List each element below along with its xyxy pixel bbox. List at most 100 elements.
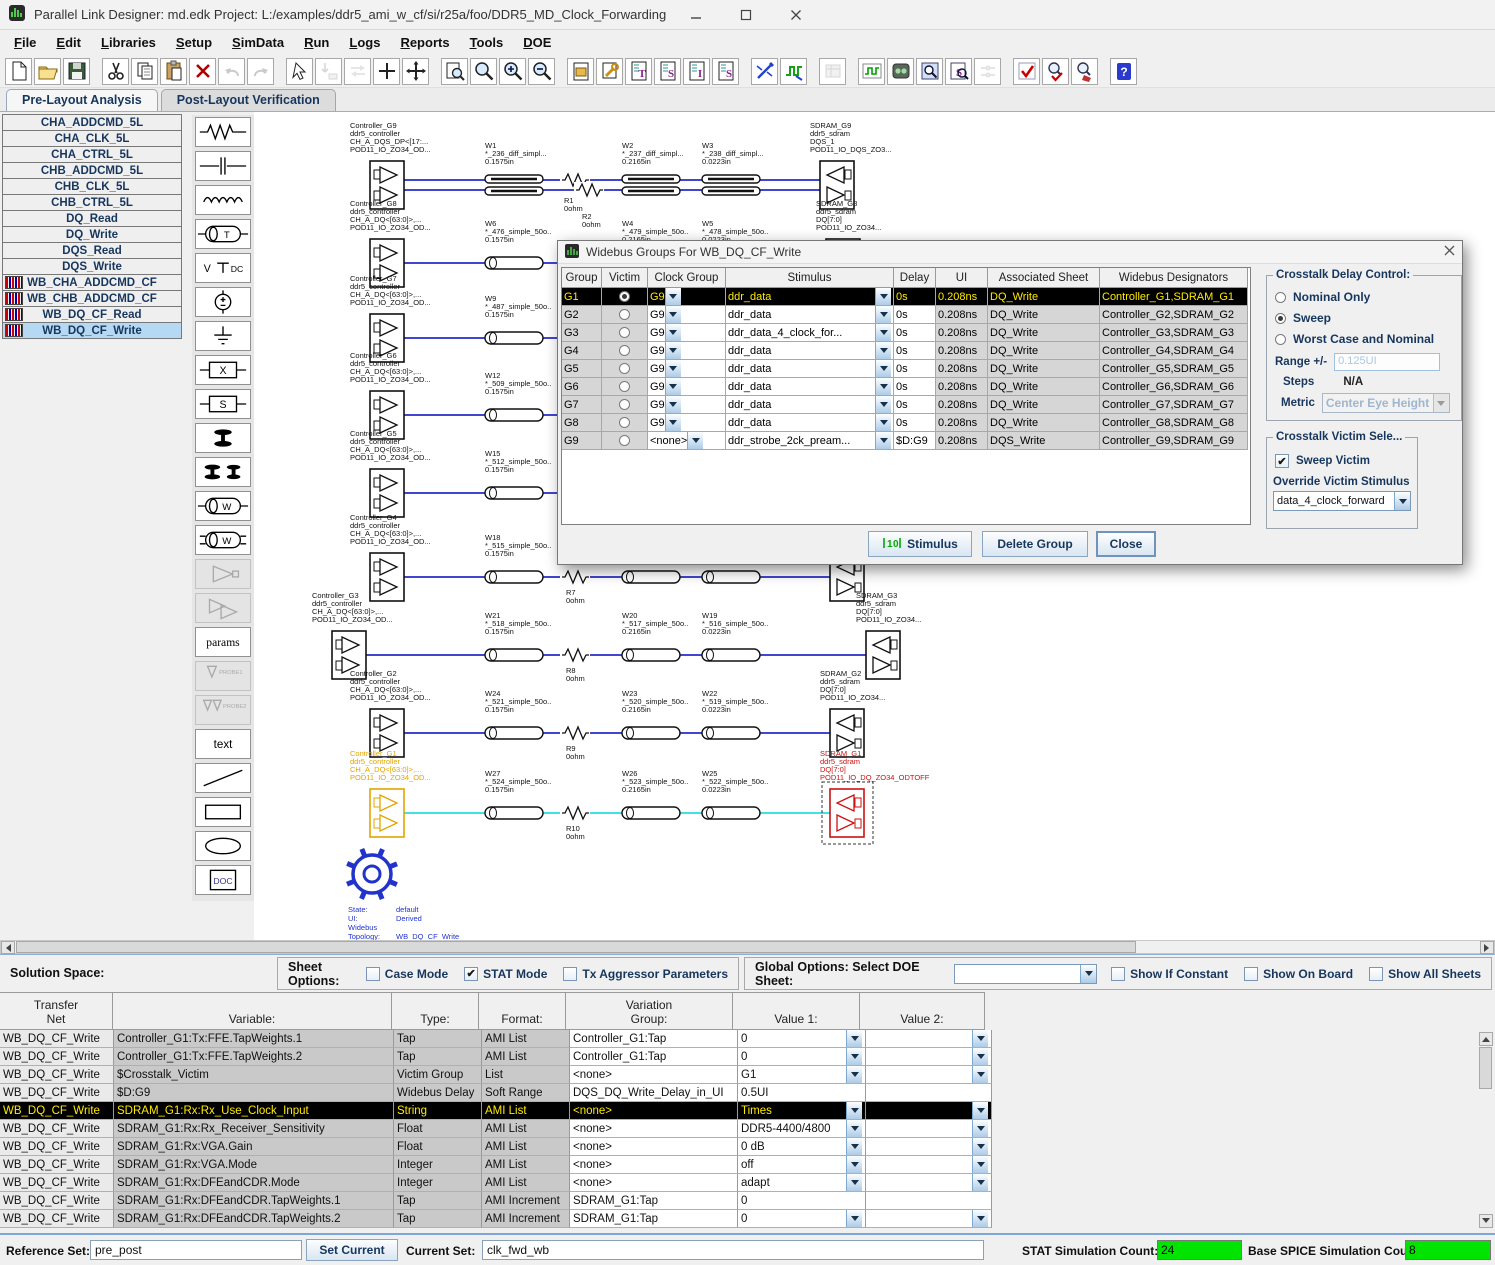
net-item-chb_ctrl_5l[interactable]: CHB_CTRL_5L — [2, 194, 182, 211]
menu-setup[interactable]: Setup — [166, 32, 222, 53]
chevron-down-icon[interactable] — [846, 1210, 862, 1227]
chevron-down-icon[interactable] — [875, 378, 891, 395]
dialog-close-button[interactable] — [1444, 245, 1455, 259]
minimize-button[interactable] — [676, 2, 716, 28]
widebus-row-G4[interactable]: G4G9ddr_data0s0.208nsDQ_WriteController_… — [562, 342, 1250, 360]
chevron-down-icon[interactable] — [846, 1048, 862, 1065]
radio-option-worst-case-and-nominal[interactable]: Worst Case and Nominal — [1275, 332, 1453, 346]
checkbox-icon[interactable] — [366, 967, 380, 981]
chevron-down-icon[interactable] — [1080, 965, 1096, 983]
chevron-down-icon[interactable] — [687, 432, 703, 449]
dialog-titlebar[interactable]: Widebus Groups For WB_DQ_CF_Write — [558, 241, 1462, 264]
chevron-down-icon[interactable] — [665, 324, 681, 341]
chevron-down-icon[interactable] — [972, 1102, 988, 1119]
scroll-thumb-vertical[interactable] — [1479, 1047, 1492, 1089]
checkbox-icon[interactable]: ✔ — [464, 967, 478, 981]
net-item-wb_dq_cf_read[interactable]: WB_DQ_CF_Read — [2, 306, 182, 323]
var-row-sdram-g1-rx-rx-use-clock-input[interactable]: WB_DQ_CF_WriteSDRAM_G1:Rx:Rx_Use_Clock_I… — [0, 1102, 1495, 1120]
override-victim-select[interactable]: data_4_clock_forward — [1273, 491, 1411, 511]
sheet-properties-button[interactable] — [567, 58, 594, 85]
radio-icon[interactable] — [1275, 292, 1286, 303]
palette-vsource[interactable] — [195, 287, 251, 317]
scroll-right-button[interactable] — [1480, 941, 1494, 954]
chevron-down-icon[interactable] — [875, 342, 891, 359]
widebus-row-G8[interactable]: G8G9ddr_data0s0.208nsDQ_WriteController_… — [562, 414, 1250, 432]
chevron-down-icon[interactable] — [875, 432, 891, 449]
waveform-viewer-button[interactable] — [858, 58, 885, 85]
checkbox-icon[interactable] — [1111, 967, 1125, 981]
zoom-fit-button[interactable] — [441, 58, 468, 85]
zoom-in-button[interactable] — [499, 58, 526, 85]
chevron-down-icon[interactable] — [875, 288, 891, 305]
chevron-down-icon[interactable] — [846, 1156, 862, 1173]
chevron-down-icon[interactable] — [846, 1138, 862, 1155]
radio-option-nominal-only[interactable]: Nominal Only — [1275, 290, 1453, 304]
dialog-close-action-button[interactable]: Close — [1096, 531, 1156, 557]
menu-tools[interactable]: Tools — [460, 32, 514, 53]
net-item-wb_chb_addcmd_cf[interactable]: WB_CHB_ADDCMD_CF — [2, 290, 182, 307]
widebus-row-G6[interactable]: G6G9ddr_data0s0.208nsDQ_WriteController_… — [562, 378, 1250, 396]
chevron-down-icon[interactable] — [665, 396, 681, 413]
victim-radio[interactable] — [619, 399, 630, 410]
tab-post-layout-verification[interactable]: Post-Layout Verification — [161, 89, 336, 111]
chevron-down-icon[interactable] — [875, 360, 891, 377]
tab-pre-layout-analysis[interactable]: Pre-Layout Analysis — [6, 89, 158, 111]
victim-radio[interactable] — [619, 327, 630, 338]
palette-via[interactable] — [195, 423, 251, 453]
zoom-button[interactable] — [470, 58, 497, 85]
chevron-down-icon[interactable] — [665, 306, 681, 323]
chevron-down-icon[interactable] — [846, 1030, 862, 1047]
widebus-row-G9[interactable]: G9<none>ddr_strobe_2ck_pream...$D:G90.20… — [562, 432, 1250, 450]
doc-I-button[interactable]: I — [683, 58, 710, 85]
net-item-wb_cha_addcmd_cf[interactable]: WB_CHA_ADDCMD_CF — [2, 274, 182, 291]
widebus-row-G1[interactable]: G1G9ddr_data0s0.208nsDQ_WriteController_… — [562, 288, 1250, 306]
var-row-sdram-g1-rx-dfeandcdr-tapweights-2[interactable]: WB_DQ_CF_WriteSDRAM_G1:Rx:DFEandCDR.TapW… — [0, 1210, 1495, 1228]
scroll-up-button[interactable] — [1479, 1032, 1493, 1046]
chevron-down-icon[interactable] — [972, 1174, 988, 1191]
palette-vdc[interactable]: VDC — [195, 253, 251, 283]
menu-doe[interactable]: DOE — [513, 32, 561, 53]
radio-icon[interactable] — [1275, 334, 1286, 345]
net-item-dqs_write[interactable]: DQS_Write — [2, 258, 182, 275]
horizontal-scrollbar[interactable] — [0, 940, 1495, 954]
radio-option-sweep[interactable]: Sweep — [1275, 311, 1453, 325]
chevron-down-icon[interactable] — [972, 1156, 988, 1173]
widebus-row-G3[interactable]: G3G9ddr_data_4_clock_for...0s0.208nsDQ_W… — [562, 324, 1250, 342]
victim-radio[interactable] — [619, 435, 630, 446]
select-cursor-button[interactable] — [286, 58, 313, 85]
sheet-wrench-button[interactable] — [596, 58, 623, 85]
chevron-down-icon[interactable] — [665, 414, 681, 431]
check-stat-mode[interactable]: ✔STAT Mode — [464, 967, 547, 981]
explore-blue-button[interactable] — [916, 58, 943, 85]
net-item-cha_ctrl_5l[interactable]: CHA_CTRL_5L — [2, 146, 182, 163]
check-case-mode[interactable]: Case Mode — [366, 967, 448, 981]
chevron-down-icon[interactable] — [665, 378, 681, 395]
zoom-out-button[interactable] — [528, 58, 555, 85]
net-item-dqs_read[interactable]: DQS_Read — [2, 242, 182, 259]
palette-ground[interactable] — [195, 321, 251, 351]
victim-radio[interactable] — [619, 363, 630, 374]
paste-button[interactable] — [160, 58, 187, 85]
chevron-down-icon[interactable] — [846, 1174, 862, 1191]
chevron-down-icon[interactable] — [972, 1210, 988, 1227]
doc-S-button[interactable]: S — [654, 58, 681, 85]
sim-edit-button[interactable] — [1071, 58, 1098, 85]
palette-doc[interactable]: DOC — [195, 865, 251, 895]
widebus-row-G5[interactable]: G5G9ddr_data0s0.208nsDQ_WriteController_… — [562, 360, 1250, 378]
chevron-down-icon[interactable] — [665, 360, 681, 377]
copy-button[interactable] — [131, 58, 158, 85]
chevron-down-icon[interactable] — [846, 1120, 862, 1137]
board-viewer-button[interactable] — [887, 58, 914, 85]
palette-ellipse[interactable] — [195, 831, 251, 861]
checkbox-icon[interactable] — [563, 967, 577, 981]
check-show-if-constant[interactable]: Show If Constant — [1111, 967, 1228, 981]
chevron-down-icon[interactable] — [875, 396, 891, 413]
net-item-chb_clk_5l[interactable]: CHB_CLK_5L — [2, 178, 182, 195]
chevron-down-icon[interactable] — [665, 288, 681, 305]
palette-line[interactable] — [195, 763, 251, 793]
chevron-down-icon[interactable] — [846, 1102, 862, 1119]
chevron-down-icon[interactable] — [972, 1120, 988, 1137]
checkbox-icon[interactable] — [1369, 967, 1383, 981]
palette-tline[interactable]: T — [195, 219, 251, 249]
widebus-row-G7[interactable]: G7G9ddr_data0s0.208nsDQ_WriteController_… — [562, 396, 1250, 414]
